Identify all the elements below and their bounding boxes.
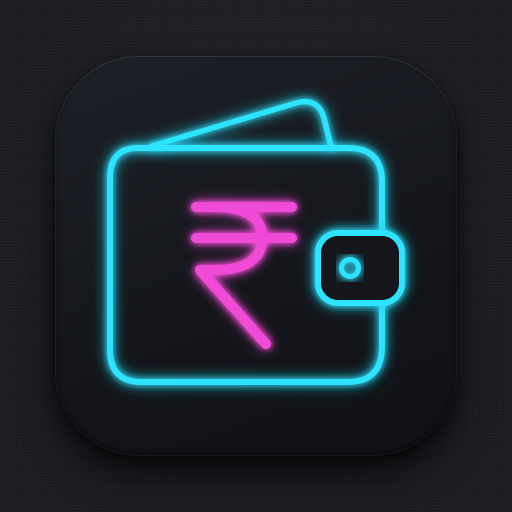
- rupee-symbol-icon: [191, 202, 297, 349]
- wallet-back-flap: [149, 98, 334, 150]
- wallet-icon: [107, 98, 405, 385]
